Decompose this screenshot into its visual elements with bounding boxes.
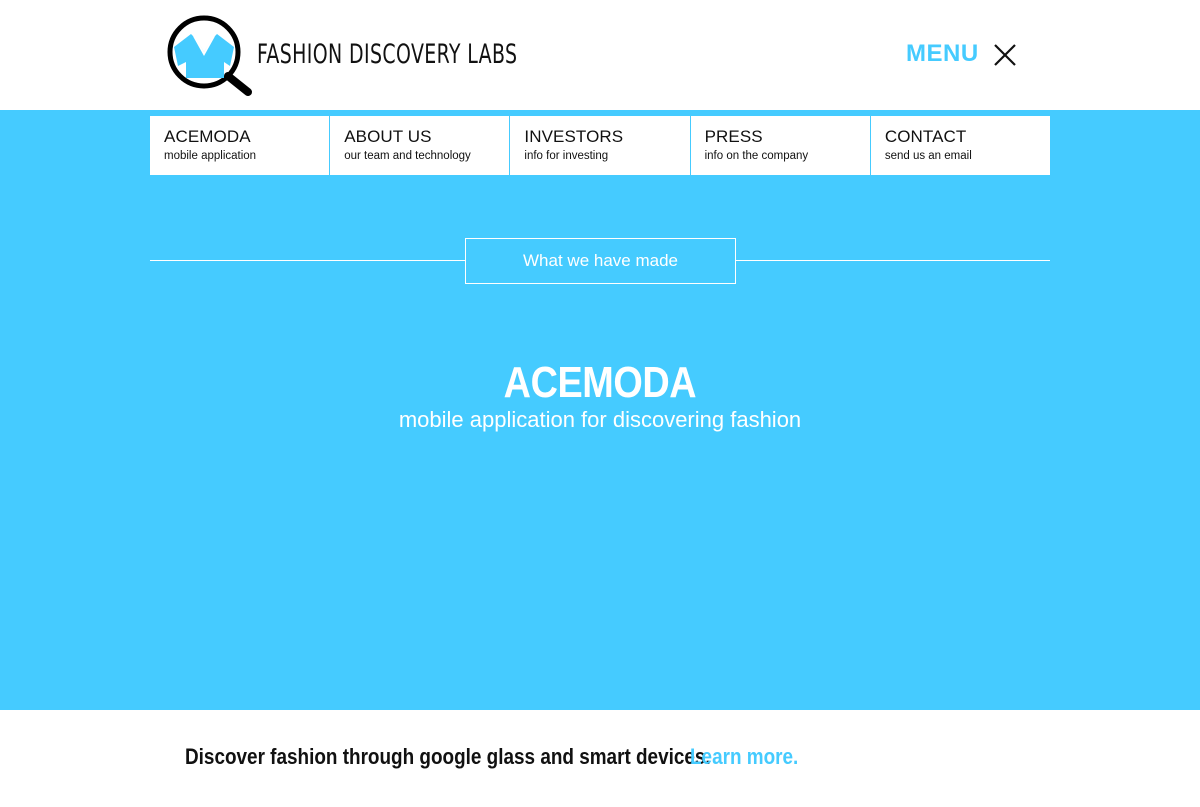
menu-label: MENU: [906, 40, 979, 67]
learn-more-link[interactable]: Learn more.: [690, 744, 798, 770]
footer-tagline: Discover fashion through google glass an…: [185, 744, 798, 770]
nav-item-contact[interactable]: CONTACT send us an email: [871, 116, 1050, 175]
magnifier-with-shirt-icon[interactable]: [164, 14, 254, 96]
nav-item-subtitle: send us an email: [884, 150, 972, 162]
nav-item-investors[interactable]: INVESTORS info for investing: [510, 116, 691, 175]
main-nav: ACEMODA mobile application ABOUT US our …: [150, 116, 1050, 175]
nav-item-title: CONTACT: [884, 127, 967, 146]
nav-item-title: INVESTORS: [524, 127, 624, 146]
nav-item-subtitle: info for investing: [524, 150, 609, 162]
tagline-text: Discover fashion through google glass an…: [185, 744, 711, 769]
menu-button[interactable]: MENU: [906, 40, 1017, 68]
section-divider-right: [736, 260, 1050, 261]
section-heading: What we have made: [523, 251, 678, 270]
nav-item-title: PRESS: [704, 127, 763, 146]
product-subtitle: mobile application for discovering fashi…: [398, 407, 802, 432]
nav-item-title: ABOUT US: [344, 127, 432, 146]
product-title: ACEMODA: [0, 358, 1200, 408]
section-divider-left: [150, 260, 465, 261]
nav-item-subtitle: info on the company: [704, 150, 809, 162]
product-title-text: ACEMODA: [503, 358, 697, 407]
close-icon[interactable]: [993, 43, 1017, 67]
nav-item-title: ACEMODA: [164, 127, 251, 146]
section-heading-box: What we have made: [465, 238, 736, 284]
nav-item-about-us[interactable]: ABOUT US our team and technology: [330, 116, 511, 175]
brand-name[interactable]: FASHION DISCOVERY LABS: [257, 39, 517, 70]
nav-item-acemoda[interactable]: ACEMODA mobile application: [150, 116, 331, 175]
site-header: FASHION DISCOVERY LABS MENU: [0, 0, 1200, 110]
hero-section: ACEMODA mobile application ABOUT US our …: [0, 110, 1200, 710]
nav-item-press[interactable]: PRESS info on the company: [691, 116, 871, 175]
nav-item-subtitle: our team and technology: [344, 150, 471, 162]
nav-item-subtitle: mobile application: [164, 150, 257, 162]
